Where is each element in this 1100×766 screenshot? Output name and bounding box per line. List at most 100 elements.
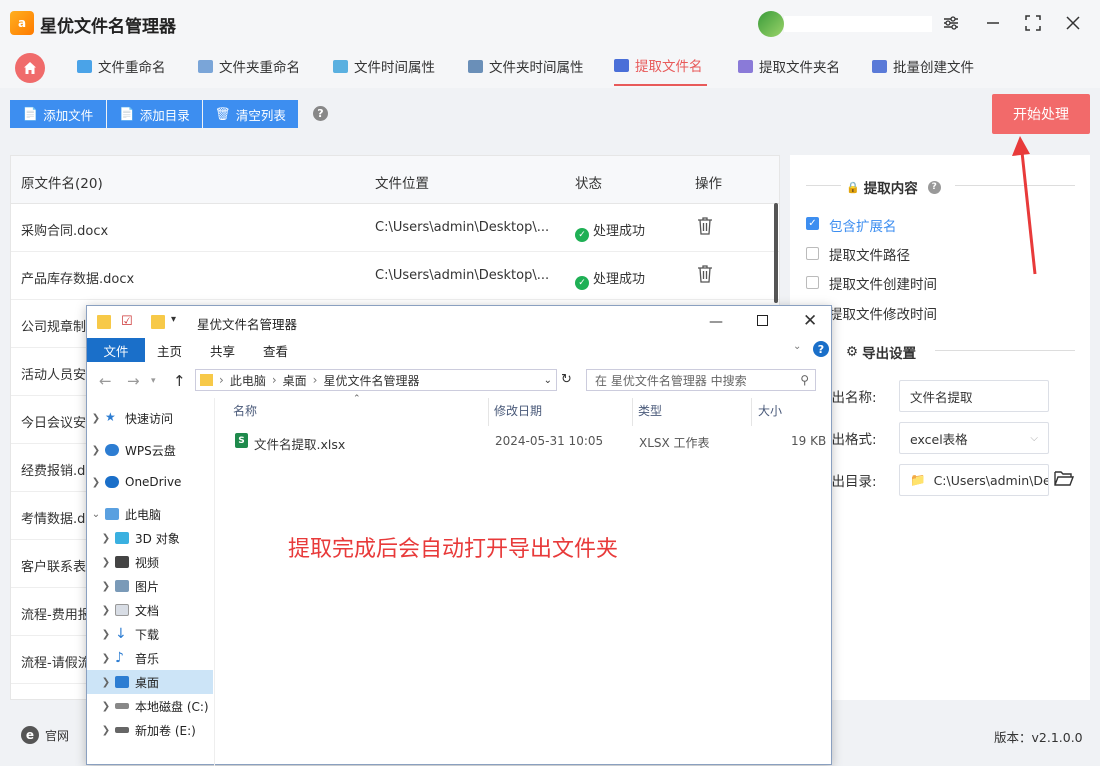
chevron-right-icon: ❯ — [91, 444, 101, 456]
avatar[interactable] — [758, 11, 784, 37]
file-type: XLSX 工作表 — [639, 436, 710, 450]
back-icon[interactable]: ← — [99, 372, 112, 390]
up-icon[interactable]: ↑ — [173, 372, 186, 390]
breadcrumb-desktop[interactable]: 桌面 — [283, 372, 307, 389]
include-extension-label[interactable]: 包含扩展名 — [829, 215, 897, 235]
column-size[interactable]: 大小 — [758, 402, 782, 419]
close-icon[interactable] — [1062, 12, 1084, 34]
clear-list-button[interactable]: 🗑 清空列表 — [203, 100, 298, 128]
minimize-icon[interactable] — [982, 12, 1004, 34]
tab-extract-filename[interactable]: 提取文件名 — [614, 46, 707, 86]
breadcrumb-separator: › — [219, 373, 224, 387]
add-file-button[interactable]: 📄 添加文件 — [10, 100, 106, 128]
column-separator[interactable] — [632, 398, 633, 426]
export-name-input[interactable]: 文件名提取 — [899, 380, 1049, 412]
help-icon[interactable]: ? — [927, 180, 941, 194]
app-title: 星优文件名管理器 — [40, 17, 176, 37]
column-separator[interactable] — [751, 398, 752, 426]
chevron-down-icon: ⌵ — [1030, 432, 1038, 444]
tab-batch-create[interactable]: 批量创建文件 — [872, 46, 974, 86]
extract-mtime-label[interactable]: 提取文件修改时间 — [829, 303, 937, 323]
tab-folder-time[interactable]: 文件夹时间属性 — [468, 46, 584, 86]
nav-onedrive[interactable]: ❯ OneDrive — [87, 470, 213, 494]
nav-label: 图片 — [135, 579, 160, 594]
header-name[interactable]: 原文件名(20) — [21, 172, 103, 192]
nav-3d-objects[interactable]: ❯ 3D 对象 — [87, 526, 213, 550]
cell-name: 公司规章制 — [21, 320, 87, 335]
delete-icon[interactable] — [697, 217, 713, 239]
tab-file-time[interactable]: 文件时间属性 — [333, 46, 435, 86]
nav-desktop[interactable]: ❯ 桌面 — [87, 670, 213, 694]
chevron-right-icon: ❯ — [101, 604, 111, 616]
column-date[interactable]: 修改日期 — [494, 402, 542, 419]
table-row[interactable]: 采购合同.docx C:\Users\admin\Desktop\... ✓ 处理… — [11, 204, 779, 252]
breadcrumb-separator: › — [271, 373, 277, 387]
column-type[interactable]: 类型 — [638, 402, 662, 419]
nav-pictures[interactable]: ❯ 图片 — [87, 574, 213, 598]
folder-open-icon[interactable] — [1054, 469, 1075, 491]
breadcrumb-folder[interactable]: 星优文件名管理器 — [323, 372, 419, 389]
minimize-icon[interactable]: — — [709, 314, 723, 330]
close-icon[interactable]: ✕ — [803, 311, 817, 331]
cell-name: 客户联系表 — [21, 560, 87, 575]
nav-this-pc[interactable]: ⌄ 此电脑 — [87, 502, 213, 526]
delete-icon[interactable] — [697, 265, 713, 287]
properties-icon[interactable]: ☑ — [121, 314, 133, 329]
extract-path-checkbox[interactable] — [806, 247, 819, 260]
nav-wps-cloud[interactable]: ❯ WPS云盘 — [87, 438, 213, 462]
nav-documents[interactable]: ❯ 文档 — [87, 598, 213, 622]
header-location[interactable]: 文件位置 — [375, 172, 429, 192]
ribbon-expand-icon[interactable]: ⌄ — [793, 341, 801, 352]
search-input[interactable]: 在 星优文件名管理器 中搜索 ⚲ — [586, 369, 816, 391]
success-icon: ✓ — [575, 276, 589, 290]
settings-icon[interactable] — [940, 12, 962, 34]
quick-access-dropdown-icon[interactable]: ▾ — [171, 314, 176, 325]
header-status[interactable]: 状态 — [575, 172, 602, 192]
nav-downloads[interactable]: ❯ ↓ 下载 — [87, 622, 213, 646]
address-dropdown-icon[interactable]: ⌄ — [544, 375, 552, 386]
recent-dropdown-icon[interactable]: ▾ — [151, 376, 156, 386]
nav-volume-e[interactable]: ❯ 新加卷 (E:) — [87, 718, 213, 742]
chevron-right-icon: ❯ — [101, 676, 111, 688]
ribbon-tab-share[interactable]: 共享 — [210, 338, 235, 362]
disk-icon — [115, 727, 129, 733]
help-icon[interactable]: ? — [813, 341, 829, 357]
refresh-icon[interactable]: ↻ — [561, 372, 572, 387]
help-icon[interactable]: ? — [313, 106, 328, 121]
forward-icon[interactable]: → — [127, 372, 140, 390]
ribbon-tab-view[interactable]: 查看 — [263, 338, 288, 362]
table-row[interactable]: 产品库存数据.docx C:\Users\admin\Desktop\... ✓… — [11, 252, 779, 300]
maximize-icon[interactable] — [1022, 12, 1044, 34]
chevron-right-icon: ❯ — [91, 412, 101, 424]
tab-file-rename[interactable]: 文件重命名 — [77, 46, 166, 86]
extract-path-label[interactable]: 提取文件路径 — [829, 244, 910, 264]
breadcrumb-this-pc[interactable]: 此电脑 — [230, 372, 266, 389]
column-name[interactable]: 名称 — [233, 402, 257, 419]
file-row[interactable]: S 文件名提取.xlsx 2024-05-31 10:05 XLSX 工作表 1… — [227, 430, 827, 452]
ribbon-tab-home[interactable]: 主页 — [157, 338, 182, 362]
nav-local-disk-c[interactable]: ❯ 本地磁盘 (C:) — [87, 694, 213, 718]
arrow-annotation — [1012, 136, 1037, 275]
nav-videos[interactable]: ❯ 视频 — [87, 550, 213, 574]
tab-extract-foldername[interactable]: 提取文件夹名 — [738, 46, 840, 86]
ribbon-tab-file[interactable]: 文件 — [87, 338, 145, 362]
include-extension-checkbox[interactable]: ✓ — [806, 217, 819, 230]
column-separator[interactable] — [488, 398, 489, 426]
maximize-icon[interactable] — [757, 315, 768, 326]
extract-ctime-checkbox[interactable] — [806, 276, 819, 289]
new-folder-icon[interactable] — [151, 315, 165, 329]
export-dir-input[interactable]: 📁 C:\Users\admin\Des — [899, 464, 1049, 496]
start-button[interactable]: 开始处理 — [992, 94, 1090, 134]
nav-music[interactable]: ❯ ♪ 音乐 — [87, 646, 213, 670]
address-bar[interactable]: › 此电脑 › 桌面 › 星优文件名管理器 ⌄ — [195, 369, 557, 391]
table-scrollbar[interactable] — [774, 203, 778, 303]
tab-folder-rename[interactable]: 文件夹重命名 — [198, 46, 300, 86]
success-icon: ✓ — [575, 228, 589, 242]
nav-label: 桌面 — [135, 675, 160, 690]
export-format-select[interactable]: excel表格 ⌵ — [899, 422, 1049, 454]
extract-ctime-label[interactable]: 提取文件创建时间 — [829, 273, 937, 293]
website-link[interactable]: e 官网 — [21, 726, 69, 744]
home-button[interactable] — [15, 53, 45, 83]
add-directory-button[interactable]: 📄 添加目录 — [107, 100, 202, 128]
nav-quick-access[interactable]: ❯ ★ 快速访问 — [87, 406, 213, 430]
